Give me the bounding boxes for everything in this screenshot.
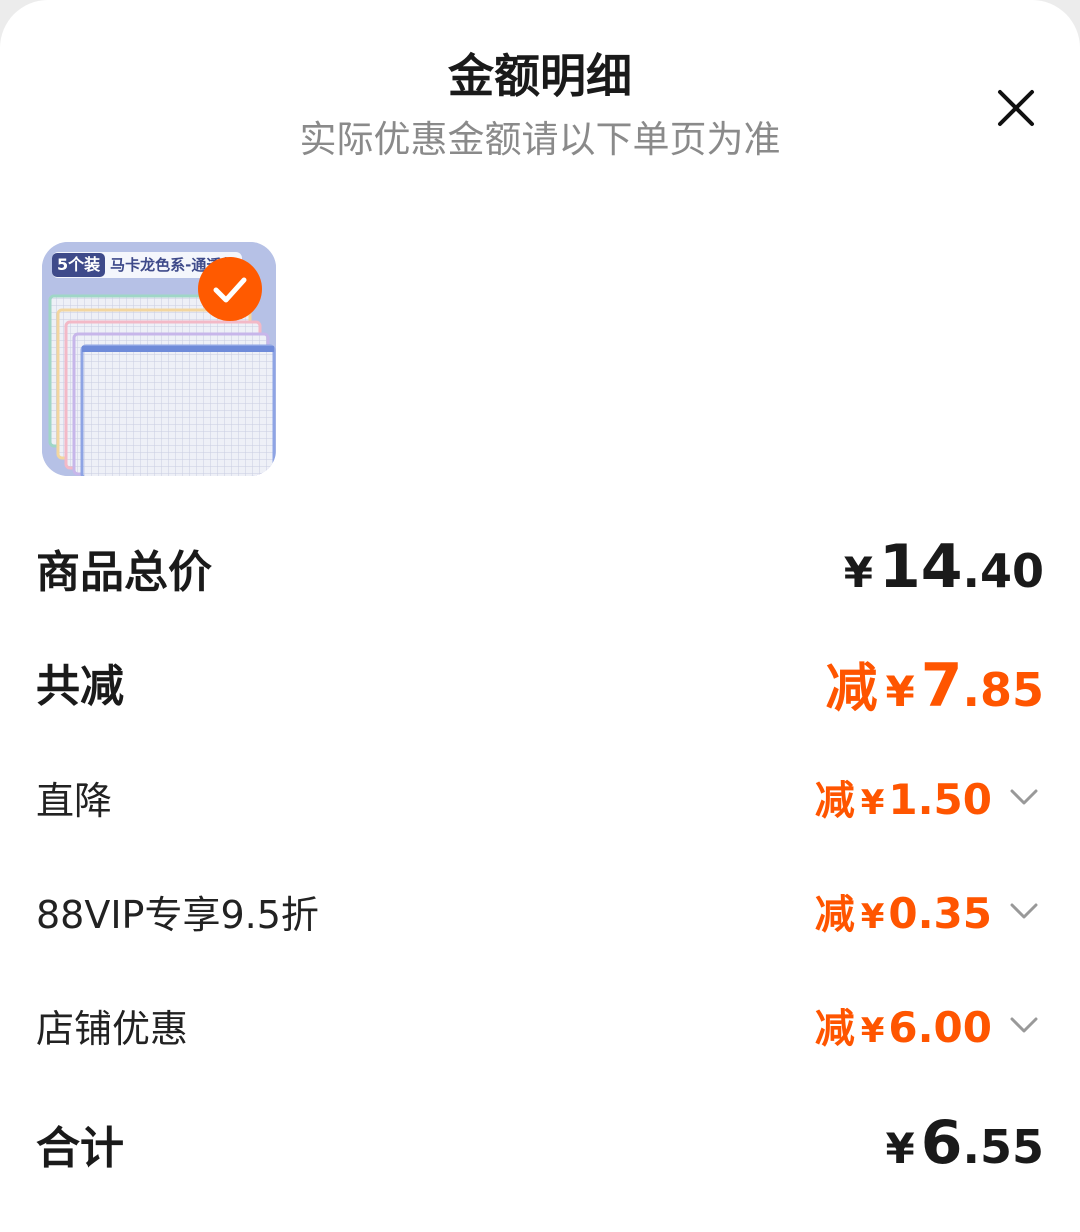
sum-row: 合计 ¥ 6 .55: [36, 1108, 1044, 1178]
chevron-down-icon[interactable]: [1004, 891, 1044, 931]
currency-symbol: ¥: [860, 897, 885, 937]
vip-discount-label: 88VIP专享9.5折: [36, 893, 319, 937]
total-reduce-row: 共减 减 ¥ 7 .85: [36, 646, 1044, 721]
store-discount-amount: 6.00: [888, 1003, 992, 1052]
vip-discount-value: 减 ¥ 0.35: [815, 882, 1044, 940]
close-icon: [998, 90, 1034, 126]
chevron-down-icon[interactable]: [1004, 1005, 1044, 1045]
store-discount-label: 店铺优惠: [36, 1007, 189, 1051]
currency-symbol: ¥: [885, 1124, 915, 1173]
total-price-row: 商品总价 ¥ 14 .40: [36, 532, 1044, 602]
sheet-title: 金额明细: [448, 49, 632, 103]
store-discount-row[interactable]: 店铺优惠 减 ¥ 6.00: [36, 996, 1044, 1052]
currency-symbol: ¥: [843, 548, 873, 597]
badge-count: 5个装: [52, 253, 106, 277]
direct-drop-label: 直降: [36, 779, 113, 823]
direct-drop-value: 减 ¥ 1.50: [815, 768, 1044, 826]
total-reduce-integer: 7: [920, 651, 963, 721]
chevron-down-icon[interactable]: [1004, 777, 1044, 817]
reduce-prefix: 减: [814, 1006, 855, 1052]
product-select-checkbox[interactable]: [198, 257, 262, 321]
checkmark-icon: [213, 277, 247, 303]
total-price-label: 商品总价: [36, 547, 212, 598]
sum-value: ¥ 6 .55: [886, 1108, 1044, 1178]
sum-integer: 6: [920, 1108, 963, 1178]
currency-symbol: ¥: [860, 783, 885, 823]
reduce-prefix: 减: [825, 659, 878, 719]
direct-drop-amount: 1.50: [888, 775, 992, 824]
amount-detail-sheet: 金额明细 实际优惠金额请以下单页为准 5个装 马卡龙色系-通透款 商品总价 ¥ …: [0, 0, 1080, 1232]
total-price-integer: 14: [879, 532, 963, 602]
reduce-prefix: 减: [814, 778, 855, 824]
store-discount-value: 减 ¥ 6.00: [815, 996, 1044, 1054]
reduce-prefix: 减: [814, 892, 855, 938]
close-button[interactable]: [986, 78, 1046, 138]
sum-label: 合计: [36, 1123, 124, 1174]
sum-decimal: .55: [962, 1120, 1045, 1174]
total-price-decimal: .40: [962, 544, 1045, 598]
total-reduce-decimal: .85: [962, 663, 1045, 717]
vip-discount-amount: 0.35: [888, 889, 992, 938]
currency-symbol: ¥: [860, 1011, 885, 1051]
sheet-subtitle: 实际优惠金额请以下单页为准: [299, 118, 781, 161]
direct-drop-row[interactable]: 直降 减 ¥ 1.50: [36, 768, 1044, 824]
total-price-value: ¥ 14 .40: [844, 532, 1044, 602]
vip-discount-row[interactable]: 88VIP专享9.5折 减 ¥ 0.35: [36, 882, 1044, 938]
total-reduce-value: 减 ¥ 7 .85: [826, 646, 1045, 721]
currency-symbol: ¥: [885, 667, 915, 716]
total-reduce-label: 共减: [36, 661, 124, 712]
